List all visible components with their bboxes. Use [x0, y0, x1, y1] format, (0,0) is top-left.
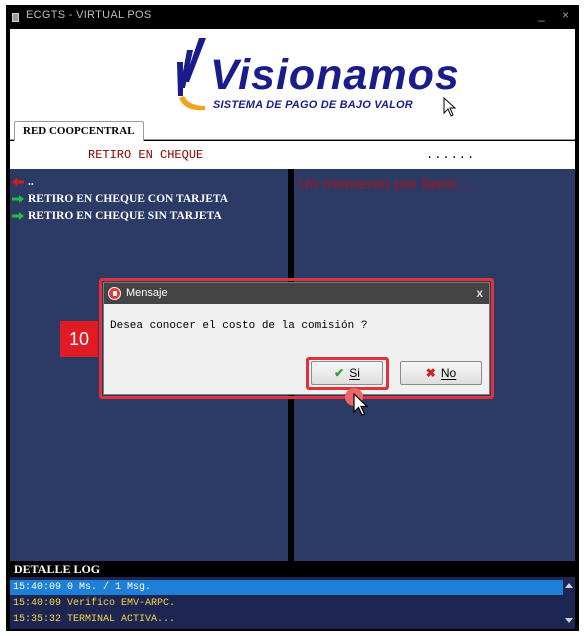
operation-menu: .. RETIRO EN CHEQUE CON TARJETA RETIRO E…	[12, 174, 228, 225]
scroll-up-icon[interactable]	[565, 583, 573, 588]
operation-title: RETIRO EN CHEQUE	[88, 148, 204, 162]
green-arrow-right-icon	[12, 195, 24, 203]
step-badge: 10	[60, 321, 98, 357]
message-dialog: Mensaje x Desea conocer el costo de la c…	[103, 282, 490, 395]
x-icon: ✖	[425, 366, 436, 380]
menu-back-label: ..	[28, 176, 34, 188]
app-icon	[12, 13, 19, 22]
menu-back-item[interactable]: ..	[12, 174, 228, 191]
dialog-title: Mensaje	[126, 287, 168, 299]
mouse-cursor-icon	[353, 393, 369, 416]
menu-item-label: RETIRO EN CHEQUE CON TARJETA	[28, 193, 229, 205]
mouse-cursor-icon	[443, 97, 457, 117]
operation-bar: RETIRO EN CHEQUE ......	[10, 141, 575, 169]
tab-red-coopcentral[interactable]: RED COOPCENTRAL	[14, 121, 144, 141]
close-window-button[interactable]: ×	[562, 8, 569, 22]
window-title: ECGTS - VIRTUAL POS	[26, 9, 152, 21]
log-line[interactable]: 15:40:09 0 Ms. / 1 Msg.	[10, 580, 563, 595]
operation-status: ......	[426, 148, 476, 162]
minimize-button[interactable]: _	[538, 8, 545, 22]
brand-banner: Visionamos SISTEMA DE PAGO DE BAJO VALOR	[10, 29, 575, 118]
menu-item-label: RETIRO EN CHEQUE SIN TARJETA	[28, 210, 222, 222]
green-arrow-right-icon	[12, 212, 24, 220]
red-arrow-left-icon	[12, 178, 24, 186]
log-header: DETALLE LOG	[10, 561, 575, 577]
no-button[interactable]: ✖ No	[400, 361, 482, 385]
log-line[interactable]: 15:35:32 TERMINAL ACTIVA...	[10, 612, 563, 627]
logo-wordmark: Visionamos	[210, 51, 460, 99]
log-line[interactable]: 15:40:09 Verifico EMV-ARPC.	[10, 596, 563, 611]
logo-subtitle: SISTEMA DE PAGO DE BAJO VALOR	[213, 99, 413, 111]
dialog-close-button[interactable]: x	[476, 283, 483, 304]
yes-button-highlight	[306, 357, 389, 390]
window-titlebar: ECGTS - VIRTUAL POS _ ×	[6, 5, 579, 29]
menu-item-sin-tarjeta[interactable]: RETIRO EN CHEQUE SIN TARJETA	[12, 208, 228, 225]
log-list[interactable]: 15:40:09 0 Ms. / 1 Msg. 15:40:09 Verific…	[10, 577, 575, 629]
dialog-titlebar: Mensaje x	[104, 283, 489, 304]
tab-bar: RED COOPCENTRAL	[10, 118, 575, 141]
log-scrollbar[interactable]	[563, 577, 575, 629]
wait-message: Un momento por favor...	[298, 176, 470, 193]
dialog-message: Desea conocer el costo de la comisión ?	[110, 320, 368, 332]
stop-hand-icon	[108, 287, 121, 300]
scroll-down-icon[interactable]	[565, 618, 573, 623]
menu-item-con-tarjeta[interactable]: RETIRO EN CHEQUE CON TARJETA	[12, 191, 228, 208]
no-label: No	[440, 366, 457, 380]
